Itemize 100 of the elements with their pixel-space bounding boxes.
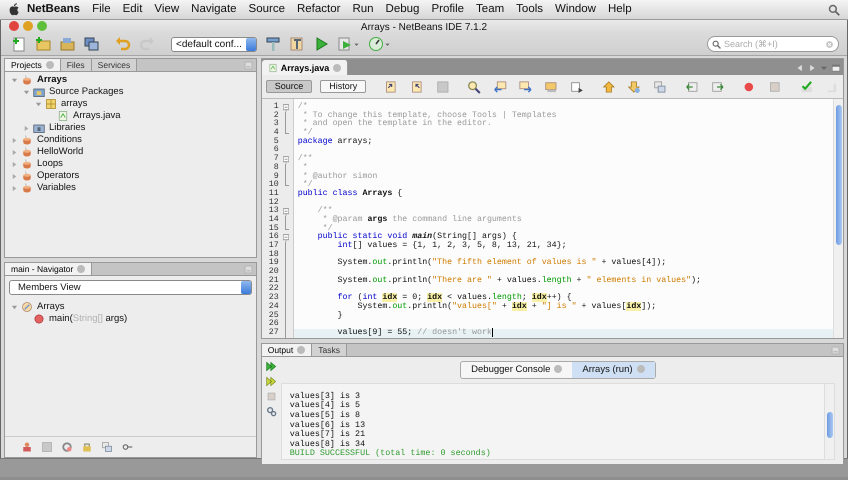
view-button[interactable]: History: [320, 80, 366, 93]
menu-item[interactable]: Source: [242, 0, 291, 18]
panel-tab[interactable]: Tasks: [312, 344, 347, 356]
expand-toggle-icon[interactable]: [10, 184, 18, 192]
find-icon[interactable]: [467, 80, 482, 94]
menu-item[interactable]: Help: [602, 0, 638, 18]
scroll-right-icon[interactable]: [807, 63, 817, 73]
package-icon[interactable]: [45, 98, 57, 110]
menu-item[interactable]: Refactor: [290, 0, 346, 18]
tree-item[interactable]: Loops: [37, 158, 63, 170]
console-tab[interactable]: Debugger Console: [461, 362, 572, 378]
fold-icon[interactable]: [282, 233, 289, 242]
record-icon[interactable]: [742, 80, 756, 94]
caret-icon[interactable]: [384, 40, 391, 48]
tree-item[interactable]: Variables: [37, 182, 76, 194]
tree-item[interactable]: main(String[] args): [49, 313, 128, 325]
fold-icon[interactable]: [282, 103, 289, 112]
clear-icon[interactable]: [825, 40, 834, 49]
coffee-cup-icon[interactable]: [21, 182, 33, 194]
view-button[interactable]: Source: [266, 80, 312, 93]
folder-icon[interactable]: [33, 122, 45, 134]
panel-tab[interactable]: Output: [262, 344, 312, 356]
menu-item[interactable]: Team: [470, 0, 510, 18]
menu-item[interactable]: Profile: [425, 0, 470, 18]
minimize-icon[interactable]: [242, 264, 254, 275]
menu-item[interactable]: Window: [549, 0, 602, 18]
menu-item[interactable]: Run: [346, 0, 380, 18]
caret-icon[interactable]: [353, 40, 360, 48]
expand-toggle-icon[interactable]: [10, 172, 18, 180]
expand-toggle-icon[interactable]: [10, 136, 18, 144]
square-icon[interactable]: [436, 80, 450, 94]
debug-icon[interactable]: [337, 36, 353, 52]
menu-item[interactable]: View: [148, 0, 186, 18]
minimize-icon[interactable]: [830, 344, 841, 356]
file-tab[interactable]: Arrays.java: [262, 60, 348, 75]
scrollbar[interactable]: [833, 99, 843, 338]
menu-item[interactable]: NetBeans: [21, 0, 86, 18]
zoom-button[interactable]: [37, 21, 47, 31]
menu-item[interactable]: Navigate: [185, 0, 243, 18]
method-icon[interactable]: [33, 313, 45, 325]
menu-item[interactable]: Debug: [380, 0, 426, 18]
members-view-dropdown[interactable]: Members View: [9, 280, 252, 295]
tree-item[interactable]: Arrays.java: [73, 110, 121, 122]
fold-icon[interactable]: [282, 155, 289, 164]
up-arrow-icon[interactable]: [602, 80, 616, 94]
configuration-dropdown[interactable]: <default conf...: [171, 36, 257, 52]
menu-item[interactable]: Tools: [510, 0, 550, 18]
rectangle-icon[interactable]: [544, 80, 558, 94]
expand-toggle-icon[interactable]: [10, 160, 18, 168]
windows-icon[interactable]: [83, 36, 99, 52]
shift-right-icon[interactable]: [710, 80, 724, 94]
undo-icon[interactable]: [115, 36, 131, 52]
close-icon[interactable]: [297, 346, 306, 354]
minimize-button[interactable]: [23, 21, 33, 31]
rerun-options-icon[interactable]: [266, 376, 277, 387]
minimize-icon[interactable]: [242, 60, 254, 71]
coffee-cup-icon[interactable]: [21, 158, 33, 170]
folder-icon[interactable]: [59, 36, 75, 52]
tree-item[interactable]: Arrays: [37, 301, 64, 313]
menu-item[interactable]: Edit: [116, 0, 148, 18]
panel-tab[interactable]: Services: [92, 59, 138, 71]
right-arrow-icon[interactable]: [518, 80, 532, 94]
panel-tab[interactable]: Projects: [5, 59, 61, 71]
page-back-icon[interactable]: [410, 80, 424, 94]
tree-item[interactable]: Libraries: [49, 122, 86, 134]
search-icon[interactable]: [828, 4, 840, 16]
coffee-cup-icon[interactable]: [21, 146, 33, 158]
shapes-icon[interactable]: [653, 80, 667, 94]
close-icon[interactable]: [46, 61, 54, 69]
class-icon[interactable]: [21, 301, 33, 313]
maximize-icon[interactable]: [831, 63, 841, 73]
search-field[interactable]: Search (⌘+I): [707, 36, 839, 52]
down-arrow-icon[interactable]: [627, 80, 642, 94]
expand-toggle-icon[interactable]: [10, 76, 18, 84]
hammer-icon[interactable]: [265, 36, 281, 52]
fold-icon[interactable]: [282, 207, 289, 216]
stop-icon[interactable]: [768, 80, 782, 94]
tree-item[interactable]: arrays: [61, 98, 88, 110]
console-tab[interactable]: Arrays (run): [572, 362, 655, 378]
check-icon[interactable]: [800, 80, 814, 94]
folder-icon[interactable]: [33, 86, 45, 98]
rerun-icon[interactable]: [266, 360, 277, 372]
new-file-icon[interactable]: [11, 36, 27, 52]
expand-toggle-icon[interactable]: [34, 100, 42, 108]
cursor-arrow-icon[interactable]: [570, 80, 584, 94]
tree-item[interactable]: Operators: [37, 170, 80, 182]
expand-toggle-icon[interactable]: [22, 88, 30, 96]
new-folder-icon[interactable]: [35, 36, 51, 52]
expand-toggle-icon[interactable]: [10, 304, 18, 310]
tree-item[interactable]: Source Packages: [49, 86, 124, 98]
menu-item[interactable]: File: [86, 0, 117, 18]
tree-item[interactable]: HelloWorld: [37, 146, 84, 158]
panel-tab[interactable]: main - Navigator: [5, 263, 92, 275]
gauge-icon[interactable]: [368, 36, 384, 52]
tree-item[interactable]: Arrays: [37, 74, 68, 86]
java-file-icon[interactable]: [57, 110, 69, 122]
close-button[interactable]: [9, 21, 19, 31]
scroll-left-icon[interactable]: [795, 63, 805, 73]
shift-left-icon[interactable]: [684, 80, 699, 94]
scrollbar[interactable]: [824, 384, 834, 459]
